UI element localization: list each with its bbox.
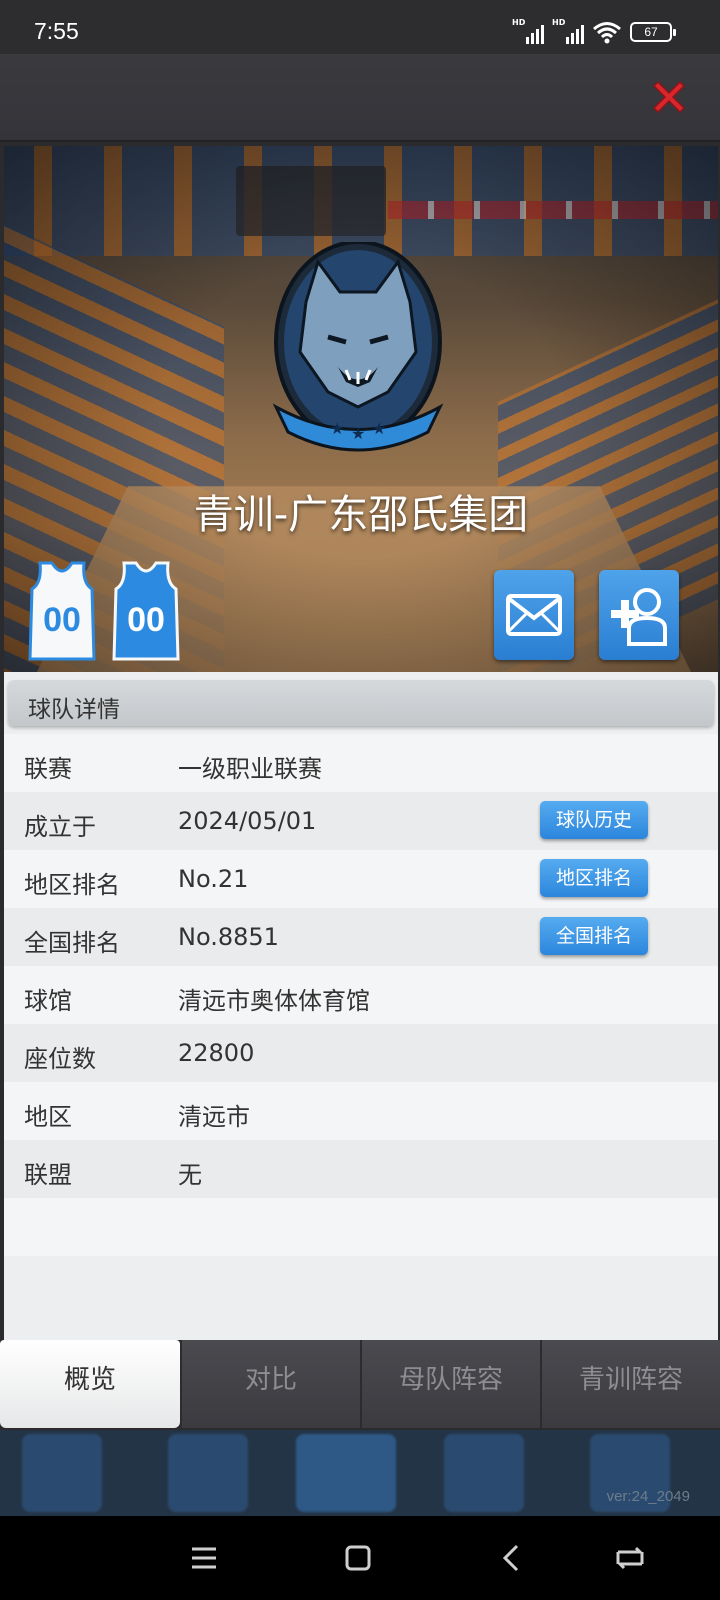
detail-row-league: 联赛 一级职业联赛 — [4, 734, 718, 792]
menu-icon[interactable] — [188, 1542, 220, 1574]
mail-icon — [506, 594, 562, 636]
row-label: 地区排名 — [24, 871, 120, 899]
signal-icon: HD — [512, 18, 544, 44]
row-value: 一级职业联赛 — [178, 755, 322, 783]
svg-text:★: ★ — [330, 419, 344, 438]
tab-overview[interactable]: 概览 — [0, 1340, 180, 1428]
row-label: 全国排名 — [24, 929, 120, 957]
team-details-panel: 球队详情 联赛 一级职业联赛 成立于 2024/05/01 球队历史 地区排名 … — [4, 672, 718, 1340]
battery-icon: 67 — [630, 22, 676, 42]
row-value: No.21 — [178, 865, 249, 893]
system-nav-bar — [0, 1516, 720, 1600]
team-banner: ★ ★ ★ 青训-广东邵氏集团 00 00 — [4, 146, 718, 672]
app-root: 7:55 HD HD 67 ★ ★ ★ 青训-广东邵氏集团 00 00 球队详情… — [0, 0, 720, 1600]
background-dock: ver:24_2049 — [0, 1430, 720, 1516]
rotate-icon[interactable] — [614, 1542, 646, 1574]
add-friend-button[interactable] — [599, 570, 679, 660]
top-header — [0, 54, 720, 142]
back-icon[interactable] — [496, 1542, 528, 1574]
version-label: ver:24_2049 — [606, 1488, 690, 1505]
svg-text:00: 00 — [127, 601, 165, 639]
detail-row-empty — [4, 1198, 718, 1256]
row-value: 22800 — [178, 1039, 255, 1067]
away-jersey-icon: 00 — [112, 561, 180, 661]
svg-text:00: 00 — [43, 601, 81, 639]
detail-row-region: 地区 清远市 — [4, 1082, 718, 1140]
tab-bar: 概览 对比 母队阵容 青训阵容 — [0, 1340, 720, 1430]
national-rank-button[interactable]: 全国排名 — [540, 917, 648, 955]
signal-icon-2: HD — [552, 18, 584, 44]
status-time: 7:55 — [34, 18, 79, 44]
home-icon[interactable] — [342, 1542, 374, 1574]
row-label: 联赛 — [24, 755, 72, 783]
svg-text:★: ★ — [351, 424, 365, 443]
row-label: 成立于 — [24, 813, 96, 841]
detail-row-arena: 球馆 清远市奥体体育馆 — [4, 966, 718, 1024]
row-label: 地区 — [24, 1103, 72, 1131]
row-value: No.8851 — [178, 923, 279, 951]
mail-button[interactable] — [494, 570, 574, 660]
tab-compare[interactable]: 对比 — [180, 1340, 360, 1428]
detail-row-seats: 座位数 22800 — [4, 1024, 718, 1082]
add-friend-icon — [611, 588, 667, 646]
team-history-button[interactable]: 球队历史 — [540, 801, 648, 839]
detail-row-founded: 成立于 2024/05/01 球队历史 — [4, 792, 718, 850]
team-name: 青训-广东邵氏集团 — [193, 492, 529, 538]
wolf-logo-icon: ★ ★ ★ — [272, 242, 444, 452]
section-title: 球队详情 — [28, 697, 120, 723]
status-bar: 7:55 HD HD 67 — [0, 0, 720, 54]
row-value: 清远市 — [178, 1103, 250, 1131]
section-header: 球队详情 — [8, 680, 714, 726]
battery-level: 67 — [644, 25, 658, 39]
row-label: 座位数 — [24, 1045, 96, 1073]
row-label: 联盟 — [24, 1161, 72, 1189]
detail-row-national-rank: 全国排名 No.8851 全国排名 — [4, 908, 718, 966]
tab-youth-roster[interactable]: 青训阵容 — [540, 1340, 720, 1428]
tab-main-roster[interactable]: 母队阵容 — [360, 1340, 540, 1428]
detail-row-regional-rank: 地区排名 No.21 地区排名 — [4, 850, 718, 908]
row-value: 无 — [178, 1161, 202, 1189]
close-icon[interactable] — [648, 76, 690, 118]
status-icons: HD HD 67 — [512, 18, 676, 44]
row-label: 球馆 — [24, 987, 72, 1015]
row-value: 清远市奥体体育馆 — [178, 987, 370, 1015]
regional-rank-button[interactable]: 地区排名 — [540, 859, 648, 897]
row-value: 2024/05/01 — [178, 807, 317, 835]
wifi-icon — [593, 22, 621, 44]
home-jersey-icon: 00 — [28, 561, 96, 661]
svg-text:★: ★ — [372, 419, 386, 438]
detail-row-alliance: 联盟 无 — [4, 1140, 718, 1198]
